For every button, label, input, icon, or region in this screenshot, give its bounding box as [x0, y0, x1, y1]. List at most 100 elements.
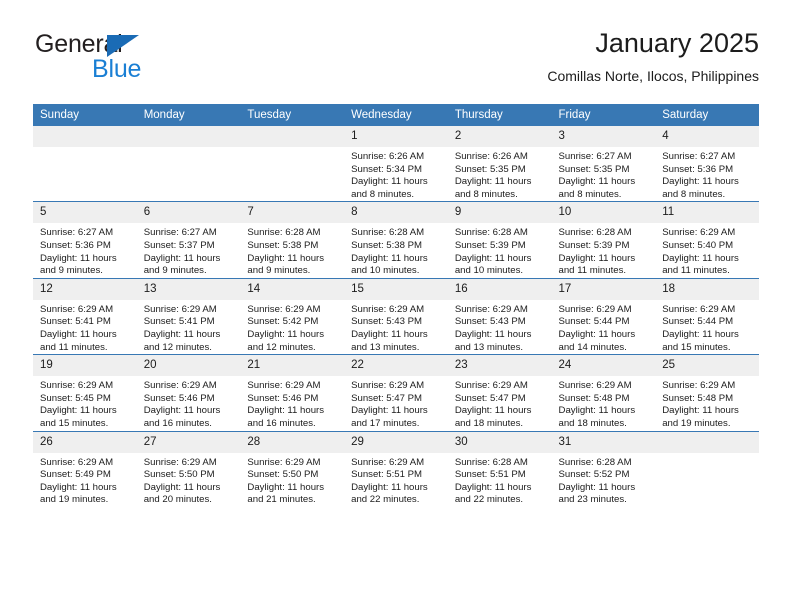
- day-number: 20: [136, 355, 241, 377]
- calendar-week-row: 5 Sunrise: 6:27 AM Sunset: 5:36 PM Daylight…: [33, 201, 759, 279]
- daylight-text: Daylight: 11 hours and 18 minutes.: [454, 405, 532, 429]
- page-title: January 2025: [595, 28, 759, 58]
- sunset-text: Sunset: 5:50 PM: [247, 469, 319, 481]
- day-number: 9: [447, 202, 552, 224]
- day-details: Sunrise: 6:28 AM Sunset: 5:38 PM Daylight:…: [240, 223, 344, 277]
- calendar-day-cell[interactable]: 19 Sunrise: 6:29 AM Sunset: 5:45 PM Dayligh…: [33, 354, 137, 431]
- sunset-text: Sunset: 5:49 PM: [40, 469, 111, 481]
- day-number: 4: [655, 126, 759, 147]
- calendar-day-cell[interactable]: 29 Sunrise: 6:29 AM Sunset: 5:51 PM Dayligh…: [344, 430, 448, 507]
- sunrise-text: Sunrise: 6:29 AM: [558, 380, 632, 392]
- sunset-text: Sunset: 5:43 PM: [351, 316, 423, 328]
- day-details: Sunrise: 6:28 AM Sunset: 5:38 PM Daylight:…: [344, 223, 448, 277]
- sunset-text: Sunset: 5:36 PM: [40, 239, 111, 251]
- day-details: Sunrise: 6:29 AM Sunset: 5:44 PM Daylight:…: [552, 300, 656, 354]
- calendar-day-cell[interactable]: 8 Sunrise: 6:28 AM Sunset: 5:38 PM Daylight…: [344, 201, 448, 279]
- sunrise-text: Sunrise: 6:29 AM: [662, 380, 736, 392]
- calendar-day-cell[interactable]: 4 Sunrise: 6:27 AM Sunset: 5:36 PM Daylight…: [655, 126, 759, 202]
- sunset-text: Sunset: 5:47 PM: [454, 392, 526, 404]
- daylight-text: Daylight: 11 hours and 11 minutes.: [662, 252, 739, 277]
- sunset-text: Sunset: 5:38 PM: [247, 239, 319, 251]
- day-details: Sunrise: 6:27 AM Sunset: 5:35 PM Daylight:…: [552, 147, 656, 201]
- sunrise-text: Sunrise: 6:29 AM: [247, 456, 321, 468]
- calendar-day-cell[interactable]: 22 Sunrise: 6:29 AM Sunset: 5:47 PM Dayligh…: [344, 354, 448, 431]
- sunrise-text: Sunrise: 6:28 AM: [454, 456, 528, 468]
- calendar-day-cell[interactable]: 10 Sunrise: 6:28 AM Sunset: 5:39 PM Dayligh…: [551, 201, 656, 279]
- sunset-text: Sunset: 5:44 PM: [662, 316, 734, 328]
- sunrise-text: Sunrise: 6:28 AM: [558, 227, 632, 239]
- calendar-day-cell[interactable]: 1 Sunrise: 6:26 AM Sunset: 5:34 PM Daylight…: [344, 126, 448, 202]
- day-number: 27: [136, 431, 241, 453]
- general-blue-logo[interactable]: General Blue: [35, 30, 215, 88]
- sunrise-text: Sunrise: 6:27 AM: [40, 227, 114, 239]
- calendar-day-cell[interactable]: 26 Sunrise: 6:29 AM Sunset: 5:49 PM Dayligh…: [33, 430, 137, 507]
- day-details: Sunrise: 6:27 AM Sunset: 5:37 PM Daylight:…: [137, 223, 241, 277]
- calendar-page: General Blue January 2025 Comillas Norte…: [0, 0, 792, 612]
- calendar-day-cell[interactable]: 25 Sunrise: 6:29 AM Sunset: 5:48 PM Dayligh…: [655, 354, 759, 431]
- sunset-text: Sunset: 5:50 PM: [143, 469, 215, 481]
- calendar-cell-empty: [33, 126, 137, 202]
- calendar-day-cell[interactable]: 24 Sunrise: 6:29 AM Sunset: 5:48 PM Dayligh…: [551, 354, 656, 431]
- day-number: 5: [33, 202, 137, 224]
- calendar-day-cell[interactable]: 6 Sunrise: 6:27 AM Sunset: 5:37 PM Daylight…: [136, 201, 241, 279]
- daylight-text: Daylight: 11 hours and 19 minutes.: [662, 405, 739, 429]
- calendar-day-cell[interactable]: 20 Sunrise: 6:29 AM Sunset: 5:46 PM Dayligh…: [136, 354, 241, 431]
- calendar-day-cell[interactable]: 17 Sunrise: 6:29 AM Sunset: 5:44 PM Dayligh…: [551, 277, 656, 355]
- weekday-header-tuesday: Tuesday: [240, 104, 345, 126]
- calendar-day-cell[interactable]: 12 Sunrise: 6:29 AM Sunset: 5:41 PM Dayligh…: [33, 277, 137, 355]
- day-number: 10: [551, 202, 656, 224]
- calendar-week-row: 12 Sunrise: 6:29 AM Sunset: 5:41 PM Dayligh…: [33, 277, 759, 355]
- weekday-header-wednesday: Wednesday: [344, 104, 448, 126]
- day-number: 24: [551, 355, 656, 377]
- sunset-text: Sunset: 5:39 PM: [454, 239, 526, 251]
- daylight-text: Daylight: 11 hours and 10 minutes.: [351, 252, 428, 277]
- calendar-day-cell[interactable]: 7 Sunrise: 6:28 AM Sunset: 5:38 PM Daylight…: [240, 201, 345, 279]
- calendar-day-cell[interactable]: 21 Sunrise: 6:29 AM Sunset: 5:46 PM Dayligh…: [240, 354, 345, 431]
- day-details: Sunrise: 6:28 AM Sunset: 5:39 PM Daylight:…: [552, 223, 656, 277]
- day-details: Sunrise: 6:29 AM Sunset: 5:50 PM Daylight:…: [137, 453, 241, 507]
- sunset-text: Sunset: 5:45 PM: [40, 392, 111, 404]
- calendar-day-cell[interactable]: 28 Sunrise: 6:29 AM Sunset: 5:50 PM Dayligh…: [240, 430, 345, 507]
- daylight-text: Daylight: 11 hours and 21 minutes.: [247, 481, 325, 506]
- calendar-day-cell[interactable]: 16 Sunrise: 6:29 AM Sunset: 5:43 PM Dayligh…: [447, 277, 552, 355]
- calendar-day-cell[interactable]: 5 Sunrise: 6:27 AM Sunset: 5:36 PM Daylight…: [33, 201, 137, 279]
- day-details: Sunrise: 6:29 AM Sunset: 5:42 PM Daylight:…: [240, 300, 344, 354]
- day-details: Sunrise: 6:28 AM Sunset: 5:39 PM Daylight:…: [448, 223, 552, 277]
- daylight-text: Daylight: 11 hours and 10 minutes.: [454, 252, 532, 277]
- calendar-day-cell[interactable]: 23 Sunrise: 6:29 AM Sunset: 5:47 PM Dayligh…: [447, 354, 552, 431]
- day-number: [655, 431, 759, 453]
- day-details: Sunrise: 6:29 AM Sunset: 5:47 PM Daylight:…: [344, 376, 448, 430]
- sunrise-text: Sunrise: 6:29 AM: [662, 303, 736, 315]
- calendar-day-cell[interactable]: 3 Sunrise: 6:27 AM Sunset: 5:35 PM Daylight…: [551, 126, 656, 202]
- calendar-day-cell[interactable]: 13 Sunrise: 6:29 AM Sunset: 5:41 PM Dayligh…: [136, 277, 241, 355]
- page-subtitle: Comillas Norte, Ilocos, Philippines: [547, 68, 759, 84]
- sunset-text: Sunset: 5:51 PM: [454, 469, 526, 481]
- daylight-text: Daylight: 11 hours and 11 minutes.: [558, 252, 636, 277]
- calendar-cell-empty: [240, 126, 345, 202]
- sunset-text: Sunset: 5:37 PM: [143, 239, 215, 251]
- day-details: Sunrise: 6:29 AM Sunset: 5:46 PM Daylight:…: [240, 376, 344, 430]
- calendar-day-cell[interactable]: 31 Sunrise: 6:28 AM Sunset: 5:52 PM Dayligh…: [551, 430, 656, 507]
- calendar-body: 1 Sunrise: 6:26 AM Sunset: 5:34 PM Daylight…: [33, 126, 759, 507]
- sunset-text: Sunset: 5:36 PM: [662, 163, 734, 175]
- calendar-day-cell[interactable]: 2 Sunrise: 6:26 AM Sunset: 5:35 PM Daylight…: [447, 126, 552, 202]
- day-number: 2: [447, 126, 552, 147]
- day-number: 17: [551, 278, 656, 300]
- day-number: 1: [344, 126, 448, 147]
- calendar-day-cell[interactable]: 30 Sunrise: 6:28 AM Sunset: 5:51 PM Dayligh…: [447, 430, 552, 507]
- daylight-text: Daylight: 11 hours and 9 minutes.: [247, 252, 325, 277]
- calendar-day-cell[interactable]: 9 Sunrise: 6:28 AM Sunset: 5:39 PM Daylight…: [447, 201, 552, 279]
- day-details: Sunrise: 6:26 AM Sunset: 5:35 PM Daylight:…: [448, 147, 552, 201]
- daylight-text: Daylight: 11 hours and 12 minutes.: [143, 328, 221, 353]
- title-block: January 2025 Comillas Norte, Ilocos, Phi…: [547, 26, 759, 86]
- sunrise-text: Sunrise: 6:29 AM: [454, 303, 528, 315]
- calendar-day-cell[interactable]: 27 Sunrise: 6:29 AM Sunset: 5:50 PM Dayligh…: [136, 430, 241, 507]
- calendar-day-cell[interactable]: 11 Sunrise: 6:29 AM Sunset: 5:40 PM Dayligh…: [655, 201, 759, 279]
- sunrise-text: Sunrise: 6:27 AM: [662, 151, 736, 162]
- calendar-day-cell[interactable]: 14 Sunrise: 6:29 AM Sunset: 5:42 PM Dayligh…: [240, 277, 345, 355]
- day-details: Sunrise: 6:29 AM Sunset: 5:49 PM Daylight:…: [33, 453, 137, 507]
- calendar-day-cell[interactable]: 15 Sunrise: 6:29 AM Sunset: 5:43 PM Dayligh…: [344, 277, 448, 355]
- sunset-text: Sunset: 5:41 PM: [40, 316, 111, 328]
- daylight-text: Daylight: 11 hours and 8 minutes.: [558, 176, 636, 200]
- calendar-day-cell[interactable]: 18 Sunrise: 6:29 AM Sunset: 5:44 PM Dayligh…: [655, 277, 759, 355]
